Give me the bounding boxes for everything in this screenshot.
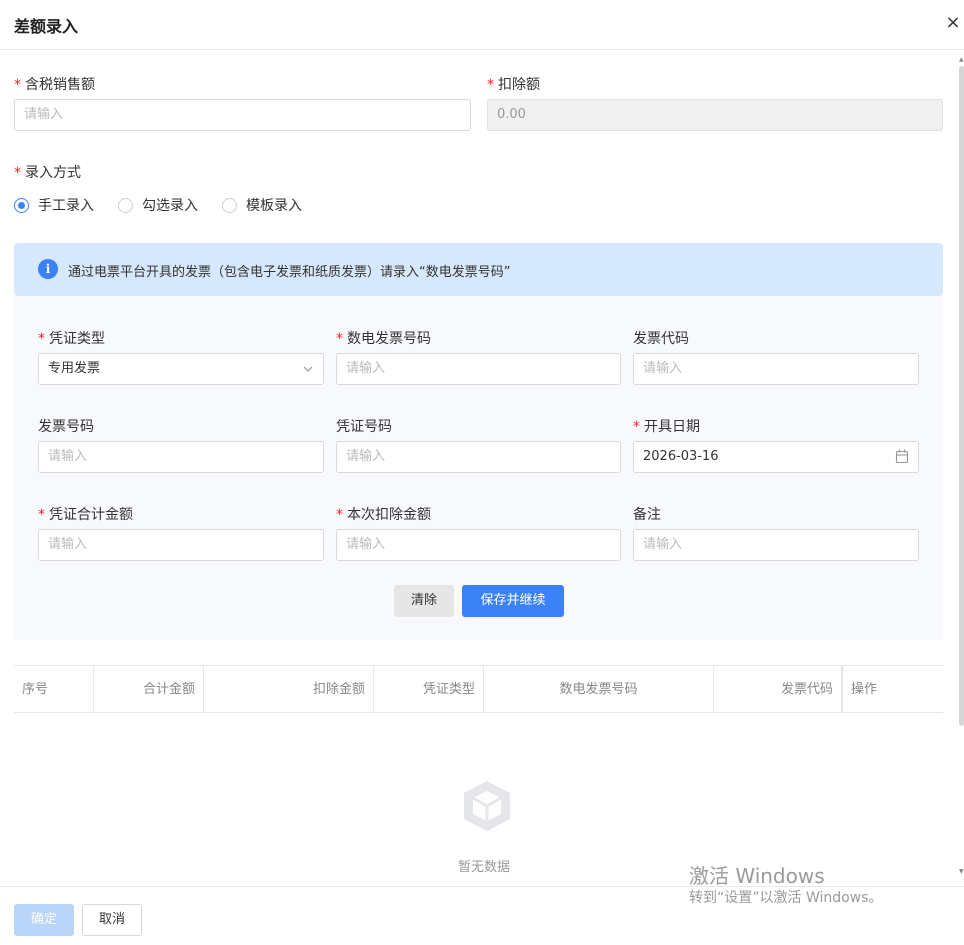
close-icon[interactable]: ×	[944, 12, 962, 34]
scroll-up-icon[interactable]: ▲	[959, 56, 964, 63]
current-deduction-label: * 本次扣除金额	[336, 507, 431, 523]
column-header: 数电发票号码	[484, 666, 714, 713]
scrollbar[interactable]: ▲ ▼	[959, 56, 964, 880]
info-text: 通过电票平台开具的发票（包含电子发票和纸质发票）请录入“数电发票号码”	[68, 265, 511, 280]
column-header: 发票代码	[714, 666, 842, 713]
invoice-no-label: 发票号码	[38, 419, 94, 435]
save-continue-button[interactable]: 保存并继续	[462, 585, 564, 617]
chevron-down-icon	[302, 354, 314, 395]
remark-input[interactable]: 请输入	[633, 529, 919, 561]
entry-method-label: * 录入方式	[14, 165, 81, 181]
radio-unchecked-icon	[118, 197, 133, 213]
voucher-no-input[interactable]: 请输入	[336, 441, 621, 473]
invoice-no-input[interactable]: 请输入	[38, 441, 324, 473]
tax-sales-input[interactable]: 请输入	[14, 99, 471, 131]
scroll-down-icon[interactable]: ▼	[959, 868, 964, 875]
column-header: 操作	[842, 666, 943, 713]
voucher-type-label: * 凭证类型	[38, 331, 105, 347]
radio-unchecked-icon	[222, 197, 237, 213]
deduction-label: * 扣除额	[487, 77, 540, 93]
remark-label: 备注	[633, 507, 661, 523]
calendar-icon	[895, 442, 909, 483]
voucher-total-input[interactable]: 请输入	[38, 529, 324, 561]
empty-text: 暂无数据	[458, 860, 511, 875]
activation-watermark-subtitle: 转到“设置”以激活 Windows。	[689, 890, 883, 906]
column-header: 扣除金额	[204, 666, 374, 713]
table-header: 序号 合计金额 扣除金额 凭证类型 数电发票号码 发票代码 操作	[14, 665, 943, 713]
column-header: 合计金额	[94, 666, 204, 713]
radio-template-entry[interactable]: 模板录入	[222, 195, 302, 215]
digital-invoice-no-label: * 数电发票号码	[336, 331, 431, 347]
voucher-type-select[interactable]: 专用发票	[38, 353, 324, 385]
column-header: 凭证类型	[374, 666, 484, 713]
info-banner: i 通过电票平台开具的发票（包含电子发票和纸质发票）请录入“数电发票号码”	[14, 243, 943, 296]
activation-watermark-title: 激活 Windows	[689, 864, 825, 888]
current-deduction-input[interactable]: 请输入	[336, 529, 621, 561]
deduction-input: 0.00	[487, 99, 943, 131]
issue-date-picker[interactable]: 2026-03-16	[633, 441, 919, 473]
dialog-title: 差额录入	[14, 17, 79, 36]
dialog-header: 差额录入 ×	[0, 0, 964, 50]
radio-manual-entry[interactable]: 手工录入	[14, 195, 94, 215]
cancel-button[interactable]: 取消	[82, 904, 142, 936]
info-icon: i	[38, 259, 58, 279]
digital-invoice-no-input[interactable]: 请输入	[336, 353, 621, 385]
radio-select-entry[interactable]: 勾选录入	[118, 195, 198, 215]
clear-button[interactable]: 清除	[394, 585, 454, 617]
confirm-button[interactable]: 确定	[14, 904, 74, 936]
empty-box-icon	[461, 778, 513, 834]
radio-checked-icon	[14, 197, 29, 213]
invoice-code-label: 发票代码	[633, 331, 689, 347]
column-header: 序号	[14, 666, 94, 713]
scrollbar-thumb[interactable]	[959, 66, 964, 726]
tax-sales-label: * 含税销售额	[14, 77, 95, 93]
invoice-code-input[interactable]: 请输入	[633, 353, 919, 385]
voucher-no-label: 凭证号码	[336, 419, 392, 435]
voucher-total-label: * 凭证合计金额	[38, 507, 133, 523]
issue-date-label: * 开具日期	[633, 419, 700, 435]
